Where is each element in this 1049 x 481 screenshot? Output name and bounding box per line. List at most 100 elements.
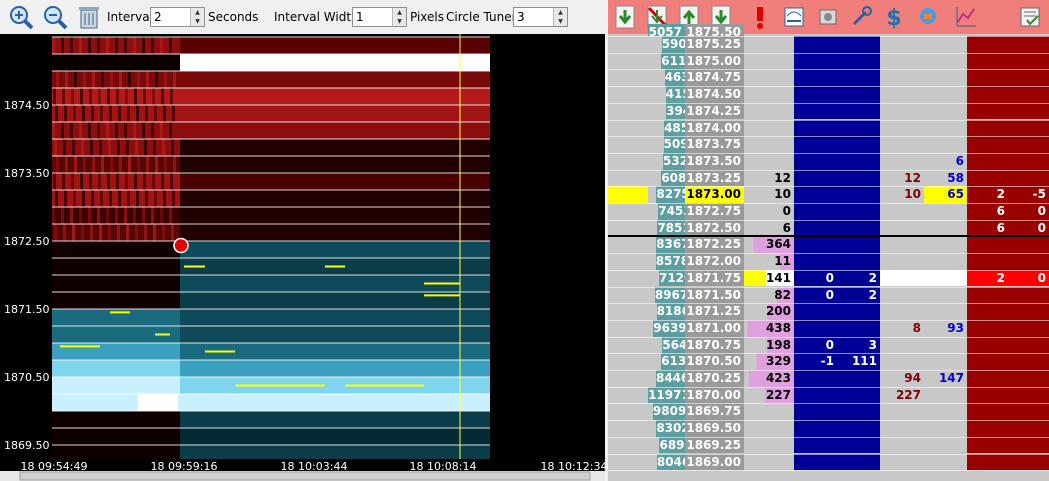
chart-icon[interactable] xyxy=(952,4,978,30)
center-ladder-icon[interactable] xyxy=(781,4,807,30)
ladder-ask-orders-cell[interactable]: 2 xyxy=(967,186,1008,203)
ladder-ask-size-cell[interactable]: 11 xyxy=(744,253,794,270)
ladder-sell-volume-cell[interactable] xyxy=(880,219,924,237)
ladder-volume-cell[interactable]: 3949 xyxy=(666,102,685,120)
interval-width-value[interactable]: 1 xyxy=(356,10,364,24)
ladder-pad-cell[interactable] xyxy=(608,69,648,87)
ladder-bid-size-cell[interactable]: 6 xyxy=(744,219,794,237)
ladder-buy-volume-cell[interactable] xyxy=(924,336,967,354)
ladder-sell-volume-cell[interactable] xyxy=(880,336,924,354)
ladder-ask-orders-cell[interactable] xyxy=(1008,136,1049,153)
ladder-volume-cell[interactable]: 6110 xyxy=(661,52,685,70)
ladder-bid-orders-cell[interactable] xyxy=(837,303,880,320)
ladder-pad-cell[interactable] xyxy=(608,236,648,254)
interval-spin-buttons[interactable]: ▲ ▼ xyxy=(190,8,204,26)
ladder-price-cell[interactable]: 1872.25 xyxy=(685,236,744,254)
ladder-sell-volume-cell[interactable] xyxy=(880,453,924,471)
ladder-ask-orders-cell[interactable] xyxy=(1008,303,1049,320)
ladder-ask-orders-cell[interactable] xyxy=(1008,236,1049,254)
ladder-bid-size-cell[interactable] xyxy=(744,52,794,70)
ladder-buy-volume-cell[interactable] xyxy=(924,303,967,320)
ladder-volume-cell[interactable]: 8446 xyxy=(655,370,685,387)
ladder-volume-cell[interactable]: 11971 xyxy=(648,386,685,404)
ladder-ask-orders-cell[interactable] xyxy=(1008,152,1049,170)
ladder-pad-cell[interactable] xyxy=(608,186,648,203)
ladder-volume-cell[interactable]: 6082 xyxy=(661,169,685,187)
ladder-sell-volume-cell[interactable] xyxy=(880,236,924,254)
ladder-volume-cell[interactable]: 6895 xyxy=(659,436,685,454)
ladder-bid-orders-cell[interactable] xyxy=(837,69,880,87)
ladder-ask-orders-cell[interactable] xyxy=(967,86,1008,103)
ladder-bid-size-cell[interactable] xyxy=(744,136,794,153)
ladder-ask-orders-cell[interactable] xyxy=(967,370,1008,387)
ladder-bid-orders-cell[interactable]: 2 xyxy=(837,269,880,287)
ladder-bid-orders-cell[interactable] xyxy=(794,436,837,454)
ladder-ask-orders-cell[interactable]: 0 xyxy=(1008,219,1049,237)
ladder-pad-cell[interactable] xyxy=(608,102,648,120)
ladder-volume-cell[interactable]: 5909 xyxy=(661,36,685,53)
ladder-volume-cell[interactable]: 5648 xyxy=(662,336,685,354)
ladder-buy-volume-cell[interactable] xyxy=(924,203,967,220)
ladder-ask-orders-cell[interactable] xyxy=(967,236,1008,254)
ladder-bid-orders-cell[interactable] xyxy=(837,119,880,137)
ladder-buy-volume-cell[interactable]: 58 xyxy=(924,169,967,187)
ladder-ask-orders-cell[interactable] xyxy=(1008,102,1049,120)
ladder-ask-orders-cell[interactable] xyxy=(967,436,1008,454)
ladder-price-cell[interactable]: 1869.75 xyxy=(685,403,744,421)
ladder-bid-orders-cell[interactable] xyxy=(794,253,837,270)
ladder-ask-orders-cell[interactable] xyxy=(1008,286,1049,304)
ladder-price-cell[interactable]: 1875.00 xyxy=(685,52,744,70)
alert-icon[interactable] xyxy=(747,4,773,30)
ladder-sell-volume-cell[interactable] xyxy=(880,36,924,53)
ladder-pad-cell[interactable] xyxy=(608,453,648,471)
ladder-buy-volume-cell[interactable] xyxy=(924,36,967,53)
ladder-pad-cell[interactable] xyxy=(608,169,648,187)
ladder-price-cell[interactable]: 1869.00 xyxy=(685,453,744,471)
ladder-bid-orders-cell[interactable] xyxy=(837,253,880,270)
ladder-buy-volume-cell[interactable] xyxy=(924,253,967,270)
ladder-bid-size-cell[interactable]: 12 xyxy=(744,169,794,187)
ladder-bid-orders-cell[interactable]: 0 xyxy=(794,336,837,354)
ladder-sell-volume-cell[interactable]: 227 xyxy=(880,386,924,404)
ladder-ask-orders-cell[interactable] xyxy=(1008,336,1049,354)
ladder-price-cell[interactable]: 1870.00 xyxy=(685,386,744,404)
ladder-pad-cell[interactable] xyxy=(608,152,648,170)
ladder-ask-orders-cell[interactable] xyxy=(1008,253,1049,270)
settings-icon[interactable] xyxy=(815,4,841,30)
ladder-volume-cell[interactable]: 8367 xyxy=(656,236,685,254)
ladder-ask-size-cell[interactable]: 200 xyxy=(744,303,794,320)
ladder-bid-orders-cell[interactable] xyxy=(794,86,837,103)
ladder-buy-volume-cell[interactable]: 93 xyxy=(924,319,967,337)
ladder-ask-orders-cell[interactable] xyxy=(967,386,1008,404)
ladder-pad-cell[interactable] xyxy=(608,269,648,287)
ladder-bid-size-cell[interactable] xyxy=(744,36,794,53)
ladder-volume-cell[interactable]: 7453 xyxy=(658,203,685,220)
ladder-price-cell[interactable]: 1871.50 xyxy=(685,286,744,304)
ladder-bid-orders-cell[interactable] xyxy=(837,219,880,237)
ladder-buy-volume-cell[interactable]: 6 xyxy=(924,152,967,170)
ladder-price-cell[interactable]: 1871.25 xyxy=(685,303,744,320)
ladder-ask-orders-cell[interactable]: 2 xyxy=(967,269,1008,287)
ladder-ask-size-cell[interactable]: 438 xyxy=(744,319,794,337)
ladder-ask-orders-cell[interactable]: -5 xyxy=(1008,186,1049,203)
ladder-ask-orders-cell[interactable] xyxy=(967,420,1008,437)
ladder-bid-orders-cell[interactable] xyxy=(837,420,880,437)
ladder-bid-orders-cell[interactable] xyxy=(837,386,880,404)
ladder-pad-cell[interactable] xyxy=(608,386,648,404)
ladder-sell-volume-cell[interactable] xyxy=(880,353,924,370)
ladder-ask-size-cell[interactable]: 82 xyxy=(744,286,794,304)
ladder-bid-orders-cell[interactable] xyxy=(794,186,837,203)
ladder-pad-cell[interactable] xyxy=(608,219,648,237)
ladder-buy-volume-cell[interactable] xyxy=(924,403,967,421)
ladder-volume-cell[interactable]: 8275 xyxy=(656,186,685,203)
ladder-ask-orders-cell[interactable] xyxy=(967,303,1008,320)
width-spin-buttons[interactable]: ▲ ▼ xyxy=(392,8,406,26)
ladder-bid-orders-cell[interactable] xyxy=(837,453,880,471)
ladder-ask-orders-cell[interactable] xyxy=(1008,370,1049,387)
ladder-ask-size-cell[interactable]: 364 xyxy=(744,236,794,254)
checklist-icon[interactable] xyxy=(1017,4,1043,30)
ladder-bid-orders-cell[interactable] xyxy=(837,52,880,70)
ladder-ask-orders-cell[interactable] xyxy=(1008,453,1049,471)
ladder-sell-volume-cell[interactable]: 10 xyxy=(880,186,924,203)
spin-down-icon[interactable]: ▼ xyxy=(393,17,406,26)
